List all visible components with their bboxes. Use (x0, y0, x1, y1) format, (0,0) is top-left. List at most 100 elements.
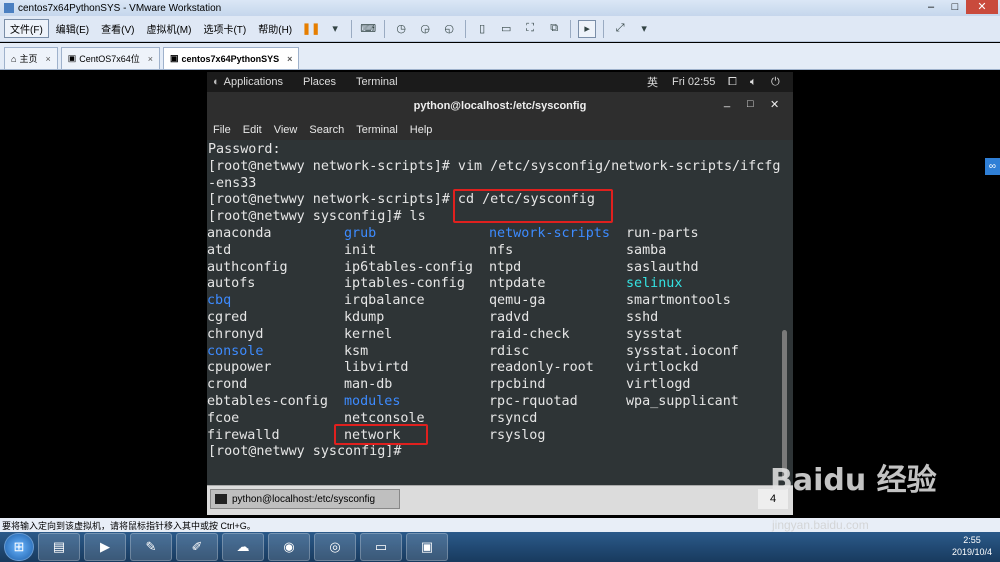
ls-entry: wpa_supplicant (626, 393, 739, 409)
tab-label: 主页 (19, 54, 38, 64)
maximize-icon[interactable]: □ (747, 98, 754, 110)
maximize-icon[interactable]: □ (944, 0, 966, 14)
ls-entry: firewalld (207, 427, 280, 443)
tab-home[interactable]: ⌂ 主页 × (4, 47, 58, 69)
unity-icon[interactable]: ⧉ (545, 20, 563, 38)
power-icon[interactable]: ⏻ (771, 76, 780, 89)
places-menu[interactable]: Places (303, 76, 336, 88)
console-icon[interactable]: ▸ (578, 19, 597, 38)
pause-icon[interactable]: ❚❚ (302, 20, 320, 38)
tab-centos7x64[interactable]: ▣ CentOS7x64位 × (60, 47, 161, 69)
fullscreen-icon[interactable]: ⛶ (521, 20, 539, 38)
snapshot-manager-icon[interactable]: ◵ (440, 20, 458, 38)
ls-entry: saslauthd (626, 259, 699, 275)
network-icon[interactable]: ⧠ (728, 76, 737, 89)
ls-row: cbq irqbalance qemu-ga smartmontools (207, 293, 793, 310)
vm-tabs: ⌂ 主页 × ▣ CentOS7x64位 × ▣ centos7x64Pytho… (0, 43, 1000, 70)
menu-item[interactable]: Terminal (356, 124, 398, 136)
clock[interactable]: Fri 02:55 (672, 76, 715, 88)
stretch-icon[interactable]: ⤢ (611, 20, 629, 38)
ls-row: atd init nfs samba (207, 243, 793, 260)
send-keys-icon[interactable]: ⌨ (359, 20, 377, 38)
minimize-icon[interactable]: – (920, 0, 942, 14)
ls-entry: cgred (207, 309, 248, 325)
ls-entry: iptables-config (344, 276, 465, 292)
ls-entry: sysstat.ioconf (626, 343, 739, 359)
wechat-icon[interactable]: ☁ (222, 533, 264, 561)
ls-row: cgred kdump radvd sshd (207, 310, 793, 327)
menu-item[interactable]: View (274, 124, 298, 136)
ls-row: autofs iptables-config ntpdate selinux (207, 276, 793, 293)
menu-help[interactable]: 帮助(H) (253, 20, 297, 37)
snapshot-icon[interactable]: ◷ (392, 20, 410, 38)
link-icon[interactable]: ∞ (985, 158, 1000, 175)
close-tab-icon[interactable]: × (148, 54, 153, 64)
menu-view[interactable]: 查看(V) (96, 20, 139, 37)
menu-item[interactable]: File (213, 124, 231, 136)
menu-item[interactable]: Edit (243, 124, 262, 136)
ls-entry: rsyslog (489, 427, 546, 443)
gnome-top-bar: ◐ Applications Places Terminal 英 Fri 02:… (207, 72, 793, 92)
ls-entry: console (207, 343, 264, 359)
terminal-title: python@localhost:/etc/sysconfig (413, 100, 587, 112)
clock-time: 2:55 (963, 535, 981, 545)
ls-entry: man-db (344, 377, 393, 393)
vmware-taskbar-icon[interactable]: ▣ (406, 533, 448, 561)
volume-icon[interactable]: 🔈︎ (750, 76, 757, 89)
system-clock[interactable]: 2:55 2019/10/4 (952, 534, 992, 558)
menu-vm[interactable]: 虚拟机(M) (141, 20, 196, 37)
chrome-icon[interactable]: ◎ (314, 533, 356, 561)
toolbar-divider (351, 19, 353, 38)
ls-entry (626, 411, 793, 428)
vm-icon: ▣ (67, 53, 77, 63)
close-icon[interactable]: ✕ (770, 98, 779, 111)
stretch-dropdown-icon[interactable]: ▾ (635, 20, 653, 38)
menu-file[interactable]: 文件(F) (4, 19, 49, 38)
terminal-prompt: [root@netwwy sysconfig]# (208, 444, 402, 460)
media-player-icon[interactable]: ▶ (84, 533, 126, 561)
terminal-line: [root@netwwy network-scripts]# vim /etc/… (208, 158, 781, 174)
vm-icon: ▣ (170, 53, 179, 63)
revert-snapshot-icon[interactable]: ◶ (416, 20, 434, 38)
close-tab-icon[interactable]: × (45, 54, 50, 64)
file-explorer-icon[interactable]: ▤ (38, 533, 80, 561)
ls-entry: ebtables-config (207, 393, 328, 409)
baidu-watermark: Baidu 经验 (770, 463, 937, 498)
window-title-bar: centos7x64PythonSYS - VMware Workstation… (0, 0, 1000, 16)
ls-entry: irqbalance (344, 293, 425, 309)
ls-row: cpupower libvirtd readonly-root virtlockd (207, 360, 793, 377)
minimize-icon[interactable]: _ (724, 96, 730, 108)
menu-tabs[interactable]: 选项卡(T) (198, 20, 251, 37)
close-tab-icon[interactable]: × (287, 54, 292, 64)
windows-taskbar: ⊞ ▤ ▶ ✎ ✐ ☁ ◉ ◎ ▭ ▣ (0, 532, 1000, 562)
notes-icon[interactable]: ✐ (176, 533, 218, 561)
tab-label: centos7x64PythonSYS (181, 53, 280, 64)
clock-date: 2019/10/4 (951, 547, 992, 557)
menu-item[interactable]: Search (309, 124, 344, 136)
thumbnail-icon[interactable]: ▭ (497, 20, 515, 38)
tab-centos7x64pythonsys[interactable]: ▣ centos7x64PythonSYS × (163, 47, 300, 69)
ls-entry: virtlogd (626, 377, 691, 393)
cmd-icon[interactable]: ▭ (360, 533, 402, 561)
window-title: centos7x64PythonSYS - VMware Workstation (18, 2, 222, 14)
menu-item[interactable]: Help (410, 124, 433, 136)
paint-icon[interactable]: ✎ (130, 533, 172, 561)
terminal-app-menu[interactable]: Terminal (356, 76, 398, 88)
dropdown-icon[interactable]: ▾ (326, 20, 344, 38)
guest-task-item[interactable]: python@localhost:/etc/sysconfig (210, 489, 400, 509)
ls-entry (626, 428, 793, 445)
menu-toolbar: 文件(F) 编辑(E) 查看(V) 虚拟机(M) 选项卡(T) 帮助(H) ❚❚… (0, 16, 1000, 42)
menu-edit[interactable]: 编辑(E) (51, 20, 94, 37)
start-button[interactable]: ⊞ (4, 533, 34, 561)
close-icon[interactable]: ✕ (966, 0, 998, 14)
applications-menu[interactable]: Applications (224, 76, 283, 88)
terminal-icon (215, 494, 227, 504)
ls-entry: modules (344, 393, 401, 409)
ls-entry: smartmontools (626, 293, 731, 309)
nox-icon[interactable]: ◉ (268, 533, 310, 561)
ls-entry: kernel (344, 326, 393, 342)
highlight-network-dir (334, 424, 428, 445)
library-icon[interactable]: ▯ (473, 20, 491, 38)
ls-entry: run-parts (626, 225, 699, 241)
input-method-indicator[interactable]: 英 (647, 74, 658, 90)
